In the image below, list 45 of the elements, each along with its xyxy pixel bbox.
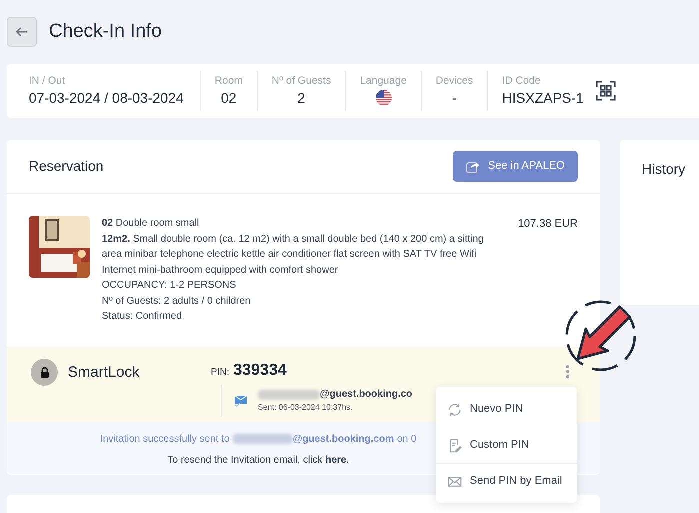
back-arrow-icon (16, 27, 28, 37)
room-detail-text: 02 Double room small (102, 217, 200, 231)
info-value: HISXZAPS-1 (502, 89, 584, 108)
pin-label: PIN: (211, 366, 230, 380)
room-detail-text: 12m2. Small double room (ca. 12 m2) with a small double bed (140 x 200 cm) a sitting area minibar telephone electric kettle air conditioner flat screen with SAT TV free Wifi Internet mini-bathroom equipped with comfort shower (102, 232, 485, 278)
info-label: ID Code (502, 74, 542, 88)
room-detail-text: Nº of Guests: 2 adults / 0 children (102, 294, 252, 308)
envelope-icon (448, 474, 462, 488)
blurred-email-part (258, 390, 320, 400)
smartlock-title: SmartLock (68, 362, 140, 382)
document-edit-icon (448, 438, 462, 452)
email-address: @guest.booking.co (320, 388, 413, 402)
invitation-email: @guest.booking.com (292, 432, 394, 446)
info-label: IN / Out (29, 74, 66, 88)
info-label: Nº of Guests (272, 74, 332, 88)
info-value: 2 (298, 89, 306, 108)
page-title: Check-In Info (49, 20, 162, 44)
info-value: - (452, 89, 457, 108)
menu-item[interactable]: Nuevo PIN (436, 391, 577, 427)
menu-item[interactable]: Send PIN by Email (436, 463, 577, 499)
info-value: 07-03-2024 / 08-03-2024 (29, 89, 184, 108)
back-button[interactable] (7, 17, 37, 47)
pin-value: 339334 (233, 360, 287, 380)
resend-text: To resend the Invitation email, click here. (168, 454, 350, 468)
envelope-check-icon (234, 394, 248, 406)
room-detail-text: Status: Confirmed (102, 310, 184, 324)
refresh-icon (448, 402, 462, 416)
card-title: Reservation (29, 157, 104, 176)
more-options-icon[interactable] (566, 364, 570, 378)
qr-scan-icon[interactable] (596, 81, 616, 101)
invitation-text: Invitation successfully sent to (100, 432, 230, 446)
info-value: 02 (221, 89, 237, 108)
room-price: 107.38 EUR (518, 217, 578, 232)
padlock-icon (40, 366, 50, 378)
sent-timestamp: Sent: 06-03-2024 10:37hs. (258, 402, 354, 414)
card-title: History (642, 161, 686, 177)
info-label: Room (214, 74, 243, 88)
room-detail-text: OCCUPANCY: 1-2 PERSONS (102, 279, 238, 293)
share-icon (466, 160, 480, 174)
blurred-email-part (232, 434, 293, 444)
info-label: Devices (436, 74, 474, 88)
info-label: Language (360, 74, 407, 88)
menu-item[interactable]: Custom PIN (436, 427, 577, 463)
invitation-date: on 0 (397, 432, 417, 446)
us-flag-icon (376, 90, 392, 106)
